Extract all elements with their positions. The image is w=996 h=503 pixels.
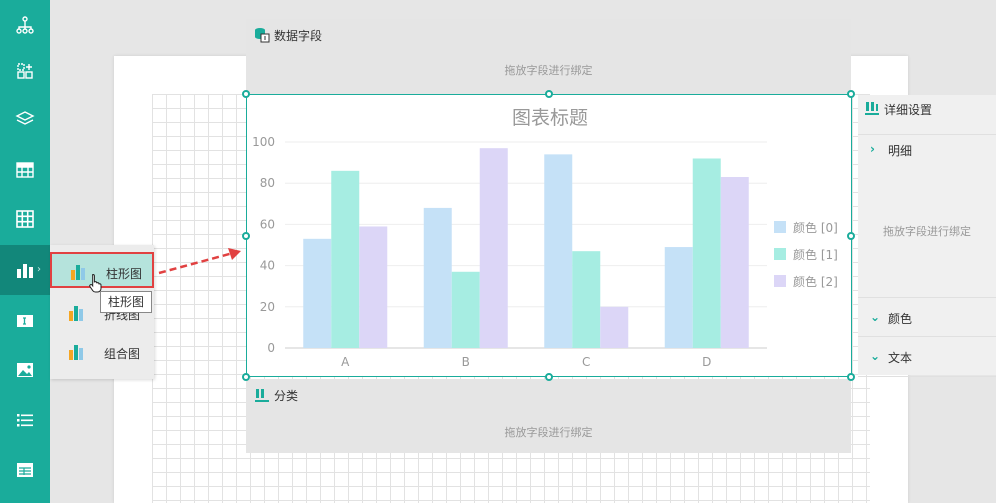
legend-label: 颜色 [2]	[793, 274, 838, 289]
x-tick-label: D	[702, 355, 711, 369]
hand-cursor-icon	[89, 273, 102, 293]
sidebar-item-table[interactable]	[0, 145, 50, 195]
sidebar-item-grid-table[interactable]	[0, 194, 50, 244]
bar	[303, 238, 332, 348]
bar-chart-icon	[71, 265, 85, 280]
resize-handle-right[interactable]	[847, 232, 855, 240]
details-title: 详细设置	[884, 103, 933, 117]
x-tick-label: B	[462, 355, 470, 369]
tooltip: 柱形图	[100, 291, 152, 313]
resize-handle-top-right[interactable]	[847, 90, 855, 98]
flyout-item-label: 组合图	[104, 347, 141, 361]
component-grid-icon	[17, 63, 33, 79]
details-panel: 详细设置 › 明细 拖放字段进行绑定 ⌄ 颜色 ⌄ 文本	[858, 95, 996, 377]
sidebar-item-report[interactable]	[0, 445, 50, 495]
sidebar: ›	[0, 0, 50, 503]
y-tick-label: 60	[260, 217, 275, 231]
table-icon	[16, 162, 34, 178]
combo-chart-icon	[69, 345, 83, 360]
y-tick-label: 0	[267, 341, 275, 355]
bar	[359, 226, 388, 348]
bar-chart-icon	[17, 264, 33, 278]
resize-handle-top-left[interactable]	[242, 90, 250, 98]
y-tick-label: 100	[252, 135, 275, 149]
bar	[720, 177, 749, 348]
resize-handle-left[interactable]	[242, 232, 250, 240]
details-section-color[interactable]: ⌄ 颜色	[858, 297, 996, 337]
chart-frame[interactable]: 图表标题 0 20 40 60 80 100 A B C D 颜色 [0] 颜色 [1] 颜色 [2]	[246, 94, 852, 377]
detail-label: 明细	[888, 144, 913, 158]
bar	[423, 207, 452, 348]
category-hint: 拖放字段进行绑定	[504, 426, 593, 439]
report-icon	[17, 463, 33, 477]
resize-handle-top[interactable]	[545, 90, 553, 98]
legend-label: 颜色 [0]	[793, 220, 838, 235]
legend-label: 颜色 [1]	[793, 247, 838, 262]
drag-arrow	[158, 248, 241, 275]
sidebar-item-layers[interactable]	[0, 94, 50, 144]
details-section-text[interactable]: ⌄ 文本	[858, 337, 996, 377]
list-icon	[17, 414, 33, 427]
chart-title: 图表标题	[512, 107, 588, 129]
legend-swatch	[774, 248, 786, 260]
flyout-item-combo-chart[interactable]: 组合图	[50, 334, 154, 370]
layers-icon	[15, 111, 35, 125]
color-label: 颜色	[888, 312, 913, 326]
data-field-dropzone[interactable]: 数据字段 拖放字段进行绑定	[246, 19, 851, 94]
expand-arrow-icon: ›	[37, 264, 41, 275]
chevron-right-icon: ›	[870, 142, 875, 156]
resize-handle-bottom[interactable]	[545, 373, 553, 381]
bar	[331, 170, 360, 348]
category-icon	[255, 389, 269, 402]
sidebar-item-textbox[interactable]	[0, 296, 50, 346]
data-field-title: 数据字段	[274, 29, 323, 43]
y-tick-label: 80	[260, 176, 275, 190]
resize-handle-bottom-right[interactable]	[847, 373, 855, 381]
flyout-item-label: 柱形图	[106, 267, 143, 281]
bar-chart: 图表标题 0 20 40 60 80 100 A B C D 颜色 [0] 颜色 [1] 颜色 [2]	[252, 107, 838, 369]
sidebar-item-components[interactable]	[0, 46, 50, 96]
bar	[572, 251, 601, 348]
details-header: 详细设置	[858, 95, 996, 135]
data-field-hint: 拖放字段进行绑定	[504, 64, 593, 77]
sidebar-item-list[interactable]	[0, 395, 50, 445]
chevron-down-icon: ⌄	[870, 310, 881, 324]
bar	[692, 158, 721, 348]
y-tick-label: 40	[260, 259, 275, 273]
details-settings-icon	[865, 102, 879, 115]
textbox-icon	[17, 315, 33, 327]
database-field-icon	[255, 28, 270, 43]
text-label: 文本	[888, 351, 913, 365]
x-tick-label: C	[582, 355, 590, 369]
x-tick-label: A	[341, 355, 350, 369]
details-section-detail[interactable]: › 明细	[858, 130, 996, 170]
y-tick-label: 20	[260, 300, 275, 314]
bar	[544, 154, 573, 348]
image-icon	[17, 363, 33, 377]
bar	[600, 306, 629, 348]
hierarchy-icon	[16, 16, 34, 34]
bar	[479, 148, 508, 348]
sidebar-item-image[interactable]	[0, 345, 50, 395]
details-drop-hint: 拖放字段进行绑定	[883, 225, 971, 238]
bar	[664, 247, 693, 348]
grid-table-icon	[16, 210, 34, 228]
chevron-down-icon: ⌄	[870, 349, 881, 363]
sidebar-item-hierarchy[interactable]	[0, 0, 50, 50]
legend-swatch	[774, 221, 786, 233]
line-chart-icon	[69, 306, 83, 321]
resize-handle-bottom-left[interactable]	[242, 373, 250, 381]
bar	[451, 271, 480, 348]
sidebar-item-charts[interactable]: ›	[0, 245, 50, 295]
legend-swatch	[774, 275, 786, 287]
category-dropzone[interactable]: 分类 拖放字段进行绑定	[246, 379, 851, 453]
category-title: 分类	[274, 389, 299, 403]
